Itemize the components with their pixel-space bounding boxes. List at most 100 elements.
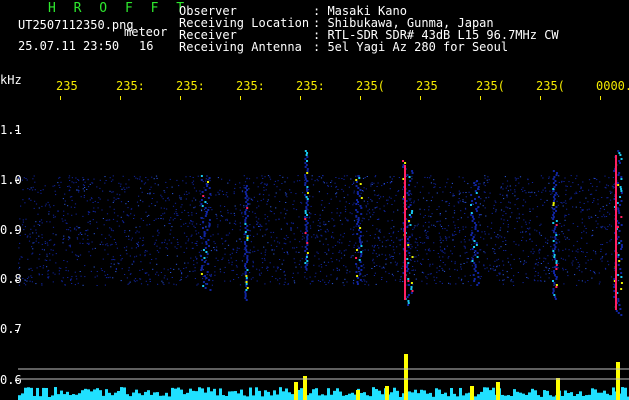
noise-dot xyxy=(161,196,163,198)
level-bar xyxy=(279,387,282,400)
noise-dot xyxy=(550,246,552,248)
noise-dot xyxy=(151,259,153,260)
noise-dot xyxy=(392,246,394,248)
noise-dot xyxy=(210,250,212,252)
noise-dot xyxy=(428,206,430,208)
noise-dot xyxy=(67,239,70,241)
echo-pixel xyxy=(474,270,477,272)
noise-dot xyxy=(448,202,450,204)
noise-dot xyxy=(421,280,423,282)
echo-pixel xyxy=(360,255,363,257)
noise-dot xyxy=(270,231,272,233)
noise-dot xyxy=(598,272,600,274)
noise-dot xyxy=(542,204,544,206)
noise-dot xyxy=(366,240,368,242)
noise-dot xyxy=(142,237,144,239)
level-bar xyxy=(420,389,423,400)
echo-pixel xyxy=(410,212,413,214)
echo-pixel xyxy=(552,170,555,172)
noise-dot xyxy=(82,177,84,179)
noise-dot xyxy=(299,180,301,182)
level-bar xyxy=(45,387,48,400)
noise-dot xyxy=(446,182,448,184)
noise-dot xyxy=(116,193,118,195)
noise-dot xyxy=(173,268,175,270)
noise-dot xyxy=(239,229,241,231)
echo-pixel xyxy=(357,225,360,227)
noise-dot xyxy=(353,220,356,222)
noise-dot xyxy=(318,265,320,267)
level-bar xyxy=(363,392,366,400)
noise-dot xyxy=(355,217,357,218)
noise-dot xyxy=(345,201,347,203)
noise-dot xyxy=(427,231,429,233)
noise-dot xyxy=(339,219,342,221)
noise-dot xyxy=(269,210,271,212)
noise-dot xyxy=(170,217,172,219)
noise-dot xyxy=(133,175,136,177)
noise-dot xyxy=(458,190,460,192)
noise-dot xyxy=(55,262,57,264)
noise-dot xyxy=(445,237,447,239)
level-bar xyxy=(108,392,111,400)
echo-pixel xyxy=(477,206,480,208)
noise-dot xyxy=(383,183,385,184)
noise-dot xyxy=(166,248,169,250)
noise-dot xyxy=(523,199,525,201)
noise-dot xyxy=(595,253,597,255)
noise-dot xyxy=(277,268,279,270)
noise-dot xyxy=(175,211,177,213)
noise-dot xyxy=(601,256,604,258)
noise-dot xyxy=(270,236,272,238)
noise-dot xyxy=(99,187,101,189)
noise-dot xyxy=(233,249,235,251)
noise-dot xyxy=(295,209,298,211)
noise-dot xyxy=(325,238,327,240)
noise-dot xyxy=(510,254,512,256)
noise-dot xyxy=(127,201,129,202)
level-bar xyxy=(519,392,522,400)
echo-pixel xyxy=(554,180,557,182)
echo-pixel xyxy=(555,286,558,288)
noise-dot xyxy=(64,200,66,202)
noise-dot xyxy=(584,225,586,227)
echo-pixel xyxy=(617,222,620,224)
noise-dot xyxy=(571,250,574,252)
level-bar xyxy=(516,391,519,400)
noise-dot xyxy=(411,269,413,271)
level-bar xyxy=(567,393,570,400)
noise-dot xyxy=(524,201,527,203)
noise-dot xyxy=(195,199,197,201)
noise-dot xyxy=(317,219,320,221)
noise-dot xyxy=(270,244,272,246)
noise-dot xyxy=(445,210,447,212)
echo-pixel xyxy=(207,181,210,183)
noise-dot xyxy=(60,181,62,183)
noise-dot xyxy=(285,194,287,196)
echo-pixel xyxy=(620,272,623,274)
noise-dot xyxy=(423,242,426,244)
echo-pixel xyxy=(305,188,308,190)
noise-dot xyxy=(259,274,261,276)
noise-dot xyxy=(507,231,509,233)
noise-dot xyxy=(102,244,104,246)
noise-dot xyxy=(370,183,372,185)
echo-pixel xyxy=(472,274,475,276)
noise-dot xyxy=(538,248,541,250)
echo-pixel xyxy=(476,180,479,182)
y-tickmark xyxy=(15,130,19,131)
noise-dot xyxy=(390,197,392,199)
noise-dot xyxy=(423,209,426,211)
echo-pixel xyxy=(306,192,309,194)
noise-dot xyxy=(521,188,523,190)
noise-dot xyxy=(363,218,365,220)
level-bar xyxy=(189,388,192,400)
noise-dot xyxy=(182,180,184,182)
noise-dot xyxy=(151,198,153,199)
noise-dot xyxy=(352,255,354,257)
noise-dot xyxy=(258,225,260,227)
noise-dot xyxy=(353,183,355,184)
noise-dot xyxy=(47,276,49,278)
echo-pixel xyxy=(620,282,623,284)
y-tickmark xyxy=(15,230,19,231)
